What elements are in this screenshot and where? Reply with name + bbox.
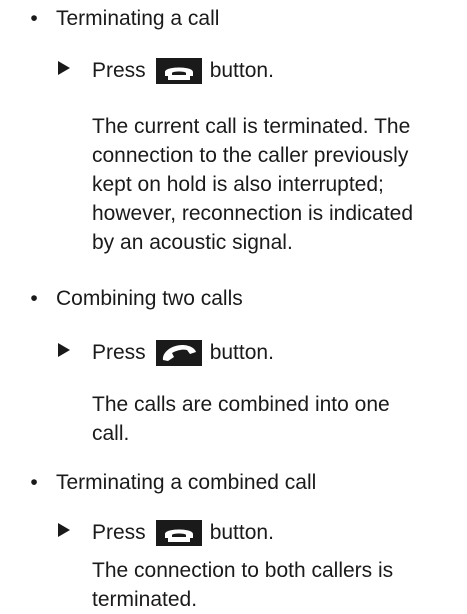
result-line: The current call is terminated. The — [92, 115, 411, 138]
step-press-end-call: Press button. — [0, 57, 467, 92]
result-text-block: The current call is terminated. The conn… — [92, 112, 462, 257]
step-arrow-icon — [58, 343, 70, 357]
bullet-item-terminating-call: • Terminating a call — [0, 4, 467, 34]
bullet-title: Combining two calls — [56, 287, 243, 310]
step-arrow-icon — [58, 523, 70, 537]
instruction-document: • Terminating a call Press button. The c… — [0, 0, 467, 611]
step-prefix: Press — [92, 341, 146, 364]
step-prefix: Press — [92, 521, 146, 544]
bullet-title: Terminating a combined call — [56, 471, 317, 494]
result-text-block: The calls are combined into one call. — [92, 390, 462, 448]
step-suffix: button. — [209, 521, 274, 544]
result-line: connection to the caller previously — [92, 144, 409, 167]
end-call-icon — [155, 519, 202, 546]
end-call-icon — [155, 57, 202, 84]
result-line: however, reconnection is indicated — [92, 202, 414, 225]
bullet-title: Terminating a call — [56, 7, 220, 30]
result-line: The calls are combined into one — [92, 393, 390, 416]
result-line: terminated. — [92, 588, 198, 611]
step-suffix: button. — [209, 341, 274, 364]
step-suffix: button. — [209, 59, 274, 82]
result-line: kept on hold is also interrupted; — [92, 173, 384, 196]
step-prefix: Press — [92, 59, 146, 82]
bullet-item-combining-calls: • Combining two calls — [0, 284, 467, 314]
call-icon — [155, 339, 202, 366]
result-line: by an acoustic signal. — [92, 231, 293, 254]
result-line: call. — [92, 422, 130, 445]
result-text-block: The connection to both callers is termin… — [92, 556, 462, 614]
step-arrow-icon — [58, 61, 70, 75]
bullet-marker: • — [30, 7, 38, 30]
bullet-item-terminating-combined-call: • Terminating a combined call — [0, 468, 467, 498]
step-press-call: Press button. — [0, 339, 467, 374]
bullet-marker: • — [30, 287, 38, 310]
bullet-marker: • — [30, 471, 38, 494]
step-press-end-call: Press button. — [0, 519, 467, 554]
result-line: The connection to both callers is — [92, 559, 394, 582]
